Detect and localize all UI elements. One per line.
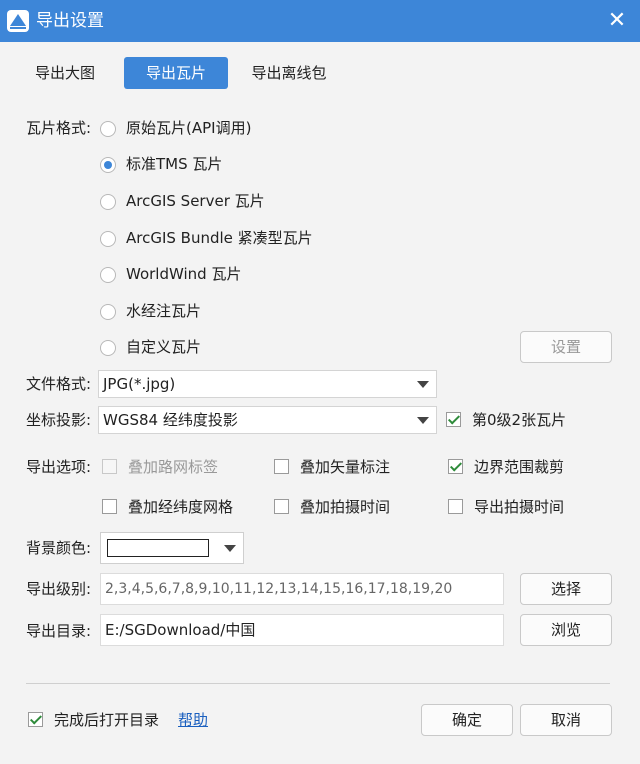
radio-circle bbox=[100, 194, 116, 210]
boundary-clip-checkbox[interactable]: 边界范围裁剪 bbox=[448, 457, 588, 479]
select-levels-button[interactable]: 选择 bbox=[520, 573, 612, 605]
radio-circle bbox=[100, 121, 116, 137]
radio-label: WorldWind 瓦片 bbox=[126, 265, 242, 283]
checkbox-box bbox=[448, 499, 463, 514]
export-levels-field[interactable]: 2,3,4,5,6,7,8,9,10,11,12,13,14,15,16,17,… bbox=[100, 573, 504, 605]
tile-format-label: 瓦片格式: bbox=[26, 119, 92, 137]
file-format-value: JPG(*.jpg) bbox=[103, 375, 176, 393]
export-dir-field[interactable]: E:/SGDownload/中国 bbox=[100, 614, 504, 646]
background-color-picker[interactable] bbox=[100, 532, 244, 564]
cancel-button[interactable]: 取消 bbox=[520, 704, 612, 736]
overlay-road-labels-checkbox[interactable]: 叠加路网标签 bbox=[102, 457, 242, 479]
chevron-down-icon bbox=[224, 545, 236, 552]
projection-value: WGS84 经纬度投影 bbox=[103, 411, 238, 429]
checkbox-box bbox=[274, 459, 289, 474]
file-format-label: 文件格式: bbox=[26, 375, 92, 393]
level0-two-tiles-checkbox[interactable]: 第0级2张瓦片 bbox=[446, 410, 586, 432]
close-icon[interactable]: ✕ bbox=[604, 8, 630, 34]
radio-circle bbox=[100, 267, 116, 283]
ok-button[interactable]: 确定 bbox=[421, 704, 513, 736]
open-dir-after-finish-checkbox[interactable]: 完成后打开目录 bbox=[28, 710, 168, 732]
checkbox-label: 第0级2张瓦片 bbox=[472, 411, 567, 429]
title-bar: 导出设置 ✕ bbox=[0, 0, 640, 42]
overlay-vector-labels-checkbox[interactable]: 叠加矢量标注 bbox=[274, 457, 414, 479]
radio-label: ArcGIS Server 瓦片 bbox=[126, 192, 265, 210]
export-capture-time-checkbox[interactable]: 导出拍摄时间 bbox=[448, 497, 588, 519]
help-link[interactable]: 帮助 bbox=[178, 710, 208, 730]
tab-export-offline-package[interactable]: 导出离线包 bbox=[240, 57, 338, 89]
chevron-down-icon bbox=[417, 417, 429, 424]
checkbox-label: 导出拍摄时间 bbox=[474, 498, 565, 516]
export-dir-label: 导出目录: bbox=[26, 622, 92, 640]
checkbox-box-checked bbox=[446, 412, 461, 427]
settings-button[interactable]: 设置 bbox=[520, 331, 612, 363]
color-swatch bbox=[107, 539, 209, 557]
radio-label: 标准TMS 瓦片 bbox=[126, 155, 223, 173]
checkbox-label: 叠加拍摄时间 bbox=[300, 498, 391, 516]
checkbox-label: 边界范围裁剪 bbox=[474, 458, 565, 476]
export-levels-label: 导出级别: bbox=[26, 580, 92, 598]
checkbox-box-disabled bbox=[102, 459, 117, 474]
file-format-dropdown[interactable]: JPG(*.jpg) bbox=[98, 370, 437, 398]
radio-label: 水经注瓦片 bbox=[126, 302, 202, 320]
checkbox-box-checked bbox=[448, 459, 463, 474]
overlay-latlon-grid-checkbox[interactable]: 叠加经纬度网格 bbox=[102, 497, 252, 519]
checkbox-box bbox=[102, 499, 117, 514]
chevron-down-icon bbox=[417, 381, 429, 388]
checkbox-label: 完成后打开目录 bbox=[54, 711, 160, 729]
radio-label: ArcGIS Bundle 紧凑型瓦片 bbox=[126, 229, 313, 247]
footer-divider bbox=[26, 683, 610, 684]
radio-circle bbox=[100, 340, 116, 356]
projection-dropdown[interactable]: WGS84 经纬度投影 bbox=[98, 406, 437, 434]
radio-label: 原始瓦片(API调用) bbox=[126, 119, 252, 137]
overlay-capture-time-checkbox[interactable]: 叠加拍摄时间 bbox=[274, 497, 414, 519]
background-color-label: 背景颜色: bbox=[26, 539, 92, 557]
checkbox-label: 叠加路网标签 bbox=[128, 458, 219, 476]
app-logo-icon bbox=[7, 10, 29, 32]
checkbox-box-checked bbox=[28, 712, 43, 727]
radio-circle bbox=[100, 304, 116, 320]
checkbox-label: 叠加矢量标注 bbox=[300, 458, 391, 476]
export-options-label: 导出选项: bbox=[26, 458, 92, 476]
browse-button[interactable]: 浏览 bbox=[520, 614, 612, 646]
checkbox-box bbox=[274, 499, 289, 514]
radio-circle bbox=[100, 231, 116, 247]
projection-label: 坐标投影: bbox=[26, 411, 92, 429]
export-levels-value: 2,3,4,5,6,7,8,9,10,11,12,13,14,15,16,17,… bbox=[105, 581, 453, 597]
export-dir-value: E:/SGDownload/中国 bbox=[105, 621, 256, 639]
radio-circle-checked bbox=[100, 157, 116, 173]
tab-export-tiles[interactable]: 导出瓦片 bbox=[124, 57, 228, 89]
window-title: 导出设置 bbox=[36, 11, 104, 31]
tab-export-large-image[interactable]: 导出大图 bbox=[20, 57, 110, 89]
radio-label: 自定义瓦片 bbox=[126, 338, 202, 356]
checkbox-label: 叠加经纬度网格 bbox=[128, 498, 234, 516]
